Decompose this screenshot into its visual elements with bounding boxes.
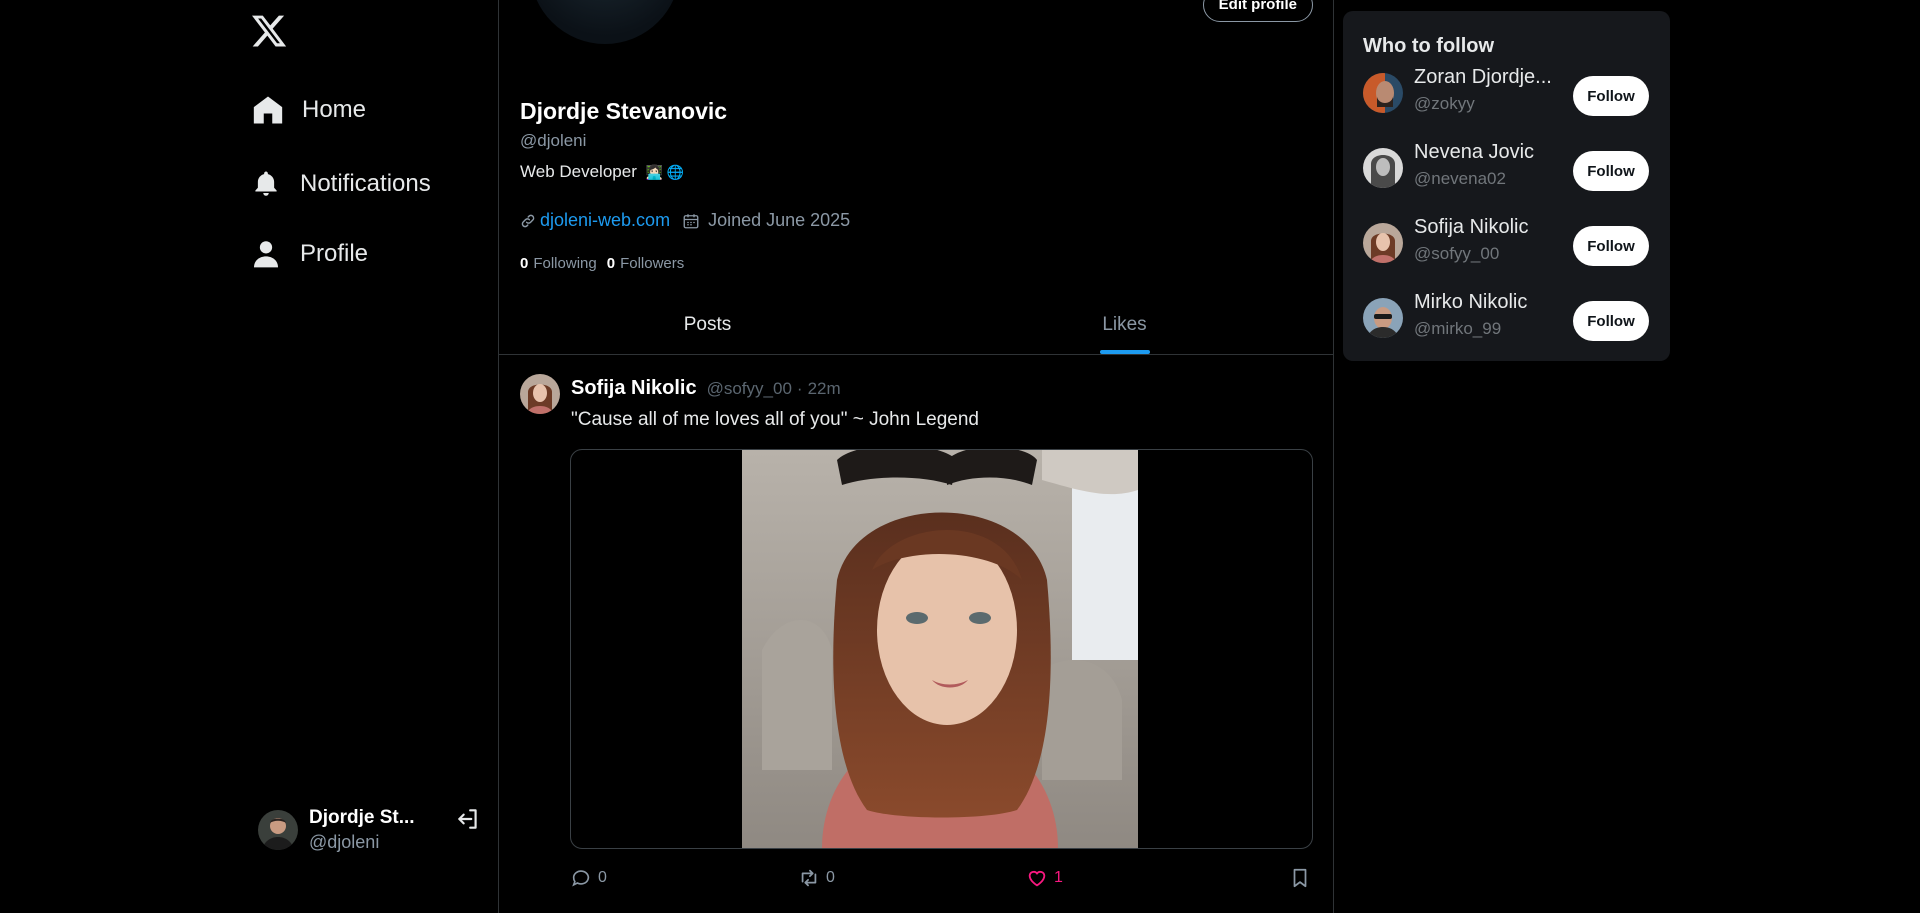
reply-icon (570, 867, 592, 889)
follow-button[interactable]: Follow (1573, 151, 1649, 191)
suggestion-item[interactable]: Nevena Jovic @nevena02 Follow (1363, 141, 1653, 197)
profile-stats: 0 Following 0 Followers (520, 255, 694, 272)
suggestion-name: Zoran Djordje... (1414, 66, 1552, 88)
followers-count[interactable]: 0 Followers (607, 255, 685, 272)
follow-button[interactable]: Follow (1573, 226, 1649, 266)
following-number: 0 (520, 255, 529, 272)
avatar (1363, 73, 1403, 113)
post-photo (742, 450, 1138, 848)
nav-profile-label: Profile (300, 240, 369, 267)
nav-home-label: Home (302, 96, 367, 123)
profile-bio-emoji: 👩🏻‍💻 🌐 (645, 164, 685, 180)
account-handle: @djoleni (309, 832, 380, 852)
avatar (1363, 298, 1403, 338)
bookmark-icon (1289, 867, 1311, 889)
post-timestamp: 22m (807, 379, 841, 398)
link-icon (520, 213, 536, 229)
nav-notifications[interactable]: Notifications (248, 166, 431, 202)
tab-likes[interactable]: Likes (916, 296, 1333, 354)
account-text: Djordje St... @djoleni (309, 807, 429, 853)
repost-icon (798, 867, 820, 889)
account-name: Djordje St... (309, 807, 415, 828)
app: Home Notifications Profile Djordje St...… (0, 0, 1920, 913)
heart-icon (1026, 867, 1048, 889)
suggestion-name: Sofija Nikolic (1414, 216, 1529, 238)
calendar-icon (682, 212, 700, 230)
suggestion-handle: @zokyy (1414, 94, 1475, 113)
logout-icon[interactable] (455, 806, 483, 834)
account-switcher[interactable]: Djordje St... @djoleni (258, 802, 483, 858)
active-tab-indicator (1099, 350, 1150, 354)
tab-likes-label: Likes (1102, 314, 1147, 335)
left-sidebar: Home Notifications Profile Djordje St...… (0, 0, 498, 913)
profile-handle: @djoleni (520, 131, 587, 150)
followers-label: Followers (620, 255, 685, 272)
user-icon (248, 236, 284, 272)
repost-button[interactable]: 0 (798, 867, 835, 889)
post-actions: 0 0 1 (570, 867, 1311, 897)
like-button[interactable]: 1 (1026, 867, 1063, 889)
like-count: 1 (1054, 869, 1063, 886)
suggestion-name: Mirko Nikolic (1414, 291, 1528, 313)
avatar (1363, 223, 1403, 263)
followers-number: 0 (606, 255, 616, 272)
bell-icon (248, 166, 284, 202)
x-logo-icon[interactable] (250, 12, 290, 50)
post-author-handle[interactable]: @sofyy_00 (707, 379, 792, 399)
main-column: Edit profile Djordje Stevanovic @djoleni… (498, 0, 1334, 913)
bookmark-button[interactable] (1289, 867, 1311, 889)
post-author-avatar[interactable] (520, 374, 560, 414)
suggestion-handle: @sofyy_00 (1414, 244, 1500, 263)
reply-count: 0 (598, 869, 607, 886)
follow-button[interactable]: Follow (1573, 76, 1649, 116)
post-header: Sofija Nikolic @sofyy_00 · 22m (571, 377, 841, 400)
reply-button[interactable]: 0 (570, 867, 607, 889)
suggestion-handle: @mirko_99 (1414, 319, 1502, 338)
suggestion-name: Nevena Jovic (1414, 141, 1535, 163)
avatar (258, 810, 298, 850)
profile-avatar[interactable] (526, 0, 684, 48)
profile-name: Djordje Stevanovic (520, 98, 728, 124)
post-author-name[interactable]: Sofija Nikolic (571, 377, 697, 400)
nav-profile[interactable]: Profile (248, 236, 368, 272)
edit-profile-button[interactable]: Edit profile (1202, 0, 1313, 22)
suggestion-item[interactable]: Zoran Djordje... @zokyy Follow (1363, 66, 1653, 122)
profile-bio: Web Developer 👩🏻‍💻 🌐 (520, 162, 684, 182)
profile-bio-text: Web Developer (520, 162, 637, 181)
tab-posts[interactable]: Posts (499, 296, 916, 354)
who-to-follow-panel: Who to follow Zoran Djordje... @zokyy Fo… (1343, 11, 1670, 361)
nav-notifications-label: Notifications (300, 170, 431, 197)
post-card[interactable]: Sofija Nikolic @sofyy_00 · 22m "Cause al… (499, 355, 1333, 913)
who-to-follow-title: Who to follow (1363, 35, 1495, 57)
post-media[interactable] (570, 449, 1313, 849)
repost-count: 0 (826, 869, 835, 886)
home-icon (250, 92, 286, 128)
post-text: "Cause all of me loves all of you" ~ Joh… (571, 409, 979, 430)
suggestion-handle: @nevena02 (1414, 169, 1506, 188)
following-count[interactable]: 0 Following (520, 255, 597, 272)
profile-meta: djoleni-web.com Joined June 2025 (520, 210, 850, 231)
profile-website-link[interactable]: djoleni-web.com (540, 210, 670, 231)
suggestion-item[interactable]: Sofija Nikolic @sofyy_00 Follow (1363, 216, 1653, 272)
avatar (1363, 148, 1403, 188)
nav-home[interactable]: Home (250, 92, 366, 128)
following-label: Following (533, 255, 597, 272)
follow-button[interactable]: Follow (1573, 301, 1649, 341)
post-separator: · (796, 379, 803, 398)
profile-joined-date: Joined June 2025 (708, 210, 851, 230)
suggestion-item[interactable]: Mirko Nikolic @mirko_99 Follow (1363, 291, 1653, 347)
profile-tabs: Posts Likes (499, 296, 1333, 355)
